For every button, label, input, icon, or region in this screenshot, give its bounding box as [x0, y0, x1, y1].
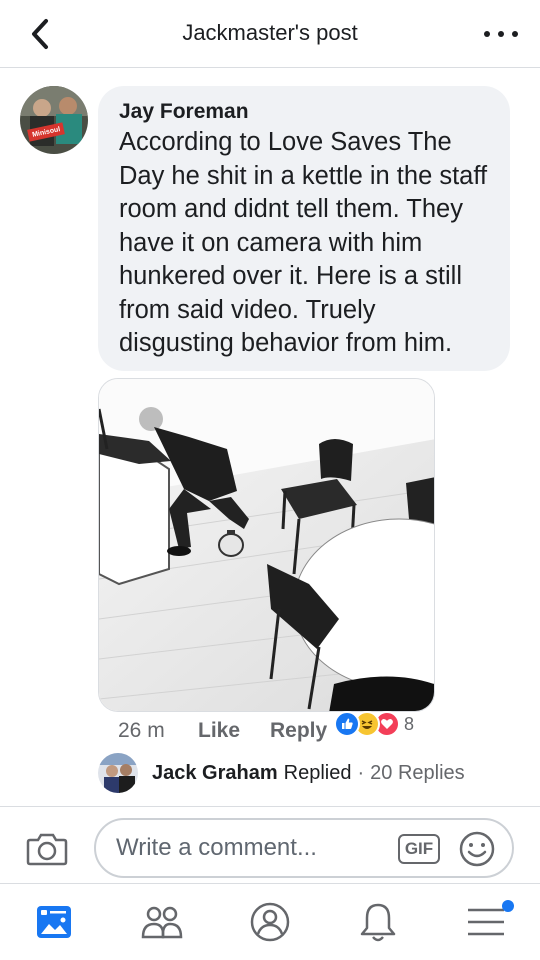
reply-count: 20 Replies: [370, 761, 465, 784]
tab-news-feed[interactable]: [0, 884, 108, 960]
comment-input[interactable]: Write a comment... GIF: [94, 818, 514, 878]
comment-text: According to Love Saves The Day he shit …: [119, 128, 488, 357]
avatar-image: Minisoul: [20, 86, 88, 154]
bottom-tab-bar: [0, 884, 540, 960]
more-options-button[interactable]: [484, 24, 518, 44]
comment-actions: 26 m Like Reply: [118, 716, 327, 746]
reply-separator: ·: [357, 761, 365, 784]
replies-preview[interactable]: Jack Graham Replied · 20 Replies: [98, 752, 465, 794]
avatar[interactable]: Minisoul: [20, 86, 88, 154]
gif-button[interactable]: GIF: [398, 834, 440, 864]
more-icon-dot: [498, 31, 504, 37]
reply-verb: Replied: [283, 761, 352, 784]
menu-icon: [468, 908, 504, 936]
comment-placeholder: Write a comment...: [116, 834, 317, 861]
emoji-button[interactable]: [458, 830, 496, 868]
emoji-icon: [459, 831, 495, 867]
comment-timestamp[interactable]: 26 m: [118, 719, 198, 743]
camera-button[interactable]: [26, 831, 68, 867]
reply-button[interactable]: Reply: [270, 719, 327, 743]
top-bar: Jackmaster's post: [0, 0, 540, 68]
reply-author: Jack Graham: [152, 761, 278, 784]
menu-notification-dot: [502, 900, 514, 912]
like-reaction-icon: [334, 711, 360, 737]
news-feed-icon: [37, 906, 71, 938]
more-icon: [484, 31, 490, 37]
tab-profile[interactable]: [216, 884, 324, 960]
comment-photo[interactable]: [98, 378, 435, 712]
reply-avatar: [98, 753, 138, 793]
photo-image: [99, 379, 434, 711]
tab-friends[interactable]: [108, 884, 216, 960]
friends-icon: [141, 906, 183, 939]
reaction-count: 8: [404, 713, 415, 734]
comment-author[interactable]: Jay Foreman: [119, 100, 490, 124]
page-title: Jackmaster's post: [182, 20, 358, 45]
more-icon-dot: [512, 31, 518, 37]
comment-bubble[interactable]: Jay Foreman According to Love Saves The …: [98, 86, 510, 371]
tab-notifications[interactable]: [324, 884, 432, 960]
notifications-icon: [360, 903, 396, 942]
reactions-summary[interactable]: 8: [334, 710, 414, 738]
tab-menu[interactable]: [432, 884, 540, 960]
like-button[interactable]: Like: [198, 719, 270, 743]
comment-composer: Write a comment... GIF: [0, 806, 540, 884]
profile-icon: [250, 902, 290, 942]
camera-icon: [26, 833, 68, 866]
